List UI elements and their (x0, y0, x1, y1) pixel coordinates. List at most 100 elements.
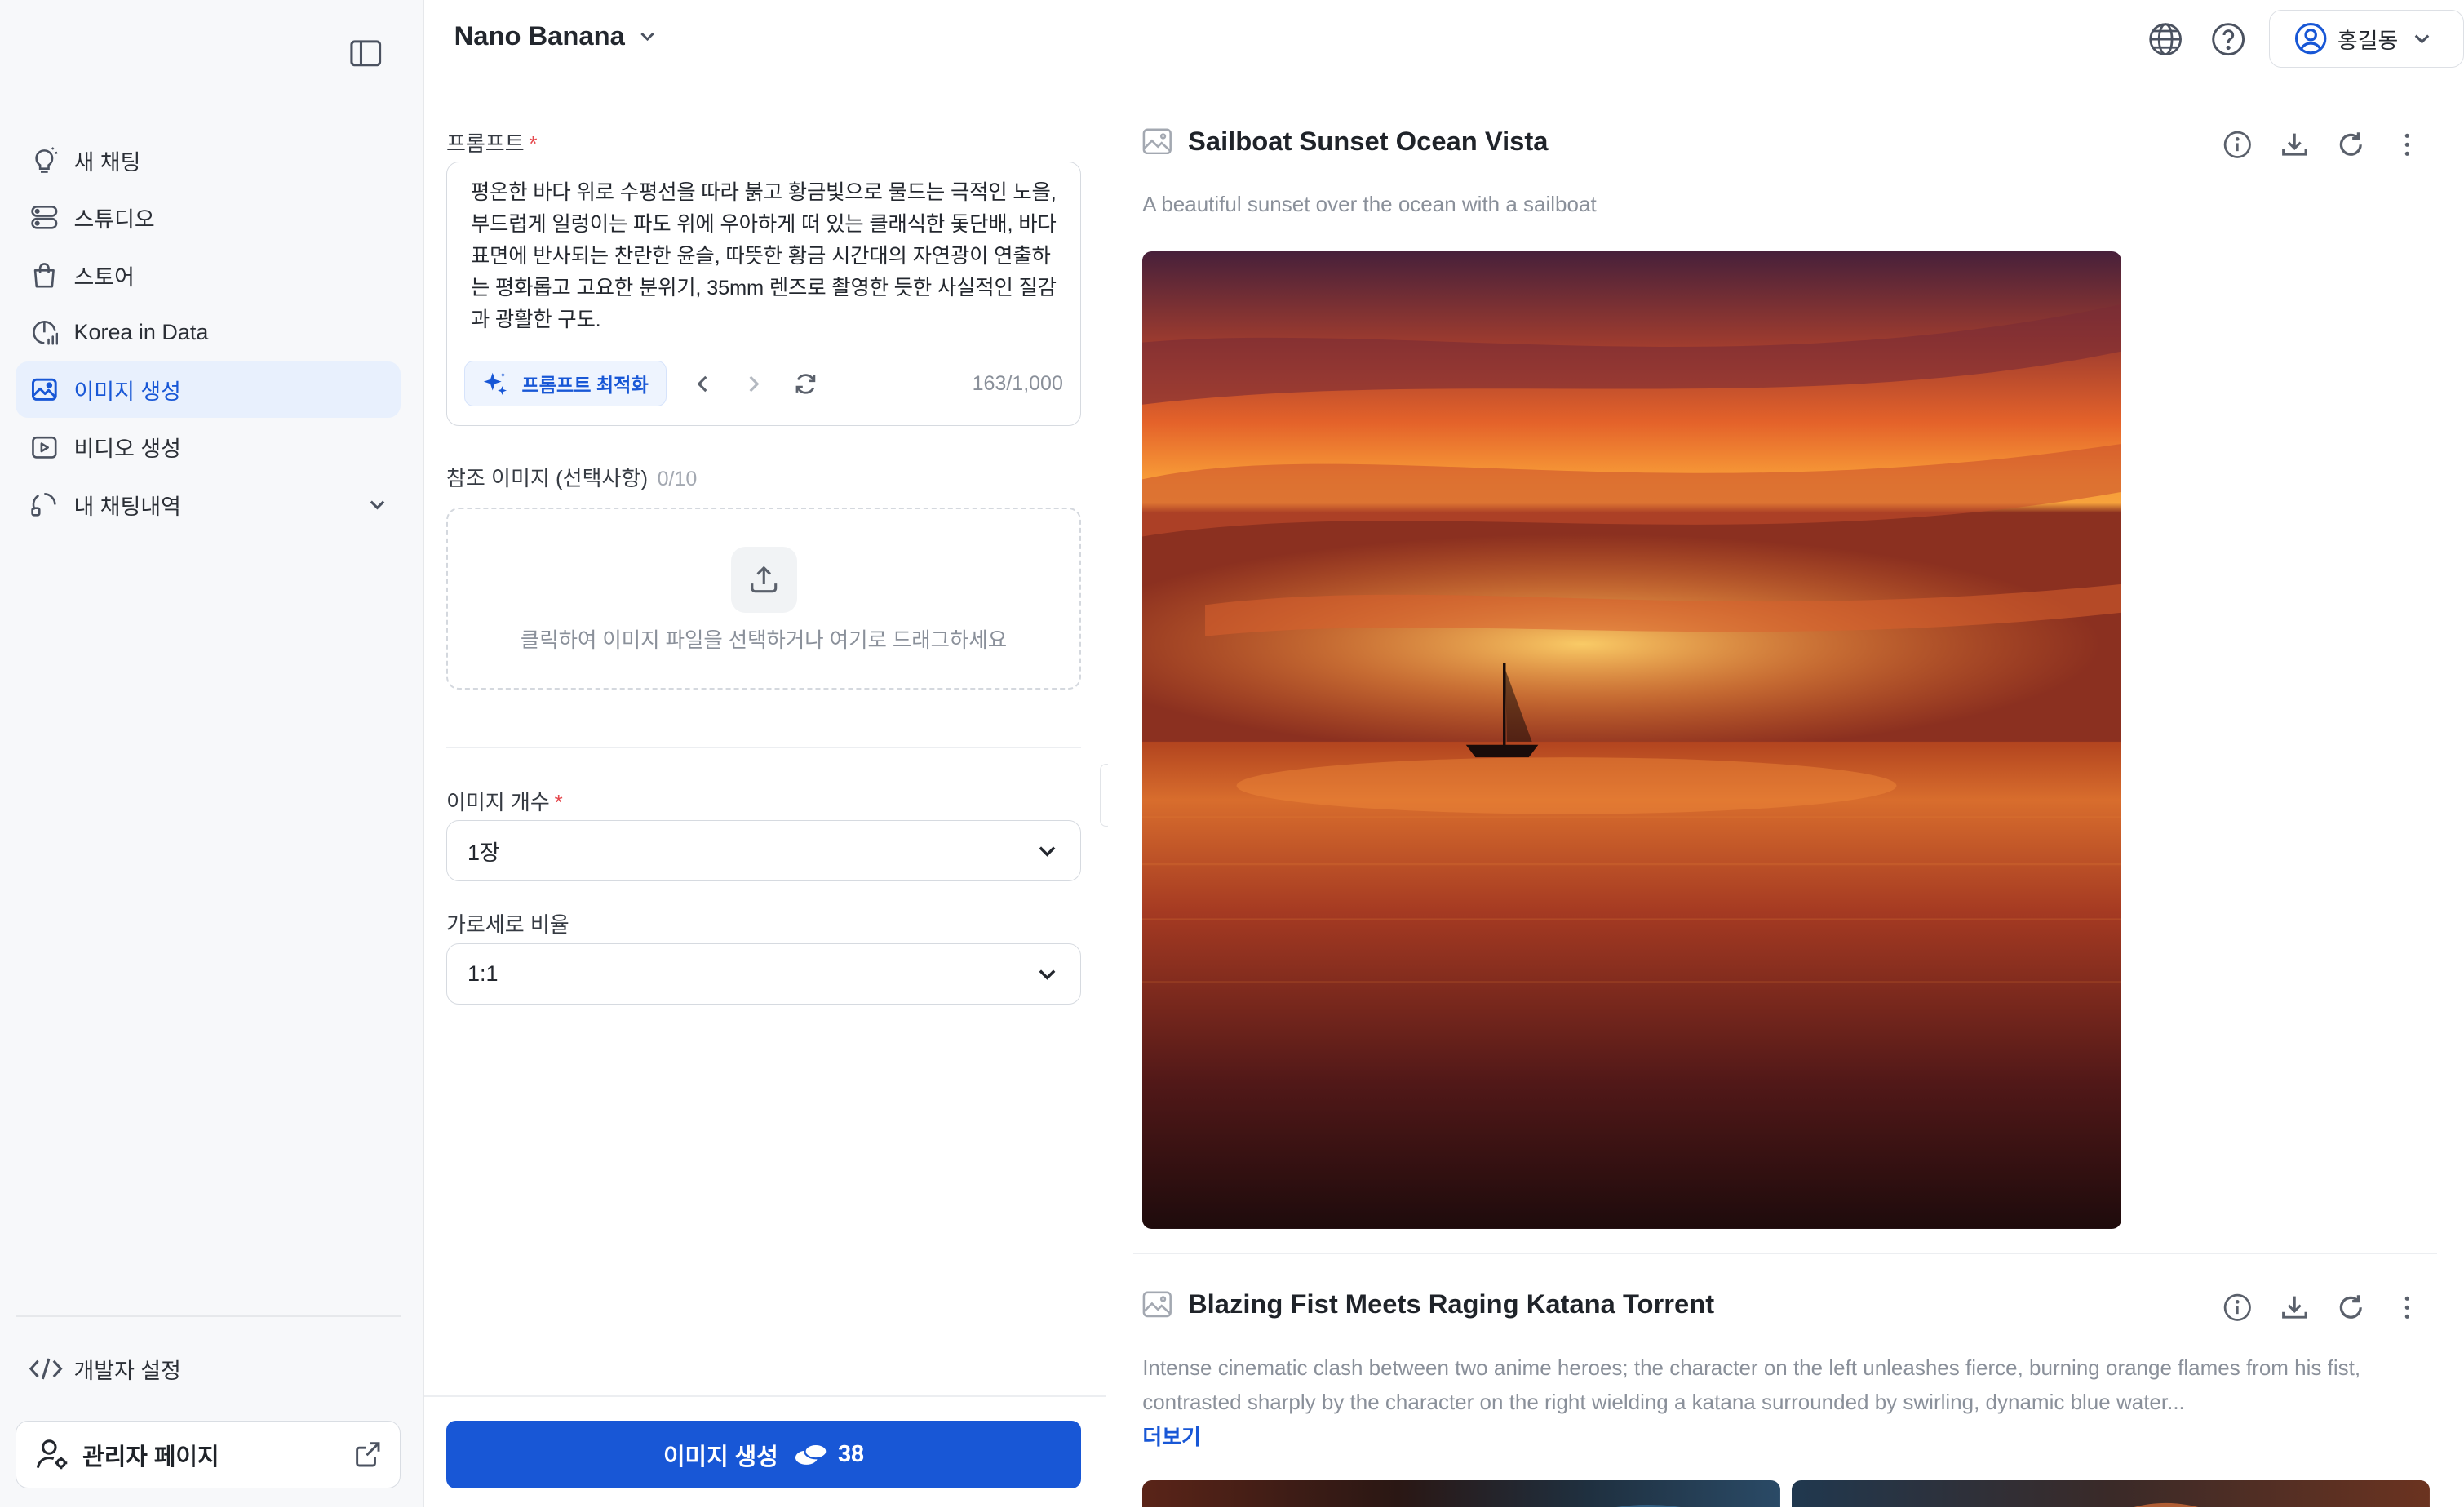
prompt-optimize-button[interactable]: 프롬프트 최적화 (464, 361, 667, 406)
refresh-icon (2339, 1295, 2362, 1319)
results-panel: Sailboat Sunset Ocean Vista A beautiful … (1107, 80, 2464, 1508)
chevron-right-icon (749, 376, 760, 393)
more-options-button[interactable] (2391, 129, 2423, 161)
image-count-label: 이미지 개수 * (445, 789, 563, 814)
aspect-ratio-select[interactable]: 1:1 (445, 942, 1082, 1005)
prompt-prev-button[interactable] (688, 369, 720, 401)
image-icon (29, 374, 60, 406)
help-button[interactable] (2209, 20, 2247, 58)
code-icon (29, 1356, 63, 1382)
result-actions (2197, 129, 2423, 161)
model-selector[interactable]: Nano Banana (454, 20, 658, 51)
download-button[interactable] (2279, 129, 2311, 161)
sidebar-toggle-button[interactable] (349, 36, 383, 70)
sidebar-item-studio[interactable]: 스튜디오 (16, 189, 401, 246)
sidebar-item-label: 내 채팅내역 (73, 494, 181, 519)
prompt-next-button[interactable] (738, 369, 769, 401)
user-circle-icon (2293, 21, 2328, 55)
prompt-textarea[interactable]: 평온한 바다 위로 수평선을 따라 붉고 황금빛으로 물드는 극적인 노을, 부… (445, 162, 1082, 426)
image-count-select[interactable]: 1장 (445, 820, 1082, 882)
help-icon (2212, 23, 2245, 56)
sidebar-item-label: Korea in Data (73, 319, 209, 344)
aspect-ratio-value: 1:1 (468, 960, 499, 986)
sidebar-item-label: 이미지 생성 (73, 379, 181, 405)
credits-count: 38 (837, 1441, 865, 1467)
refresh-icon (2339, 132, 2362, 156)
sidebar-item-store[interactable]: 스토어 (16, 246, 401, 303)
image-count-value: 1장 (468, 840, 500, 866)
chevron-down-icon (637, 26, 658, 47)
sidebar: 새 채팅 스튜디오 스토어 Korea in Data 이미지 생성 비디오 생… (0, 0, 425, 1508)
upload-icon (730, 547, 797, 614)
credits-coin-icon (794, 1442, 828, 1467)
chat-history-icon (29, 489, 60, 521)
refresh-icon (795, 374, 815, 395)
generated-image-thumbnail[interactable] (1791, 1480, 2430, 1508)
generation-form: 프롬프트 * 평온한 바다 위로 수평선을 따라 붉고 황금빛으로 물드는 극적인… (424, 80, 1106, 1508)
user-name: 홍길동 (2337, 28, 2399, 53)
result-description: Intense cinematic clash between two anim… (1142, 1355, 2361, 1414)
sidebar-item-chat-history[interactable]: 내 채팅내역 (16, 476, 401, 532)
studio-icon (29, 202, 60, 233)
chevron-down-icon (1036, 840, 1058, 862)
sidebar-nav: 새 채팅 스튜디오 스토어 Korea in Data 이미지 생성 비디오 생… (16, 132, 401, 534)
sidebar-item-label: 스토어 (73, 264, 135, 290)
admin-page-button[interactable]: 관리자 페이지 (16, 1421, 401, 1488)
admin-page-label: 관리자 페이지 (82, 1444, 219, 1470)
image-icon (1142, 1291, 1172, 1318)
form-divider (445, 746, 1082, 748)
info-button[interactable] (2222, 1292, 2253, 1324)
result-title: Blazing Fist Meets Raging Katana Torrent (1142, 1288, 1714, 1320)
sidebar-divider (16, 1315, 401, 1317)
generate-label: 이미지 생성 (663, 1444, 778, 1470)
aspect-ratio-label: 가로세로 비율 (445, 912, 569, 938)
download-button[interactable] (2279, 1292, 2311, 1324)
sidebar-item-korea-in-data[interactable]: Korea in Data (16, 304, 401, 361)
generate-image-button[interactable]: 이미지 생성 38 (445, 1421, 1082, 1488)
generated-image-thumbnail[interactable] (1142, 1480, 1781, 1508)
user-menu-button[interactable]: 홍길동 (2269, 9, 2464, 68)
info-button[interactable] (2222, 129, 2253, 161)
sidebar-item-video-generation[interactable]: 비디오 생성 (16, 419, 401, 475)
sidebar-item-new-chat[interactable]: 새 채팅 (16, 132, 401, 188)
model-name: Nano Banana (454, 20, 625, 51)
read-more-link[interactable]: 더보기 (1142, 1421, 1201, 1451)
sidebar-item-label: 스튜디오 (73, 207, 155, 233)
developer-settings-label: 개발자 설정 (73, 1359, 181, 1384)
chevron-down-icon[interactable] (366, 494, 388, 516)
info-icon (2224, 131, 2252, 158)
reference-image-dropzone[interactable]: 클릭하여 이미지 파일을 선택하거나 여기로 드래그하세요 (445, 508, 1082, 690)
char-count: 163/1,000 (972, 371, 1063, 395)
regenerate-button[interactable] (2335, 129, 2367, 161)
shopping-bag-icon (29, 259, 60, 291)
sidebar-item-image-generation[interactable]: 이미지 생성 (16, 361, 401, 419)
more-options-button[interactable] (2391, 1292, 2423, 1324)
sidebar-item-label: 새 채팅 (73, 149, 141, 175)
video-icon (29, 432, 60, 463)
prompt-refresh-button[interactable] (790, 369, 822, 401)
regenerate-button[interactable] (2335, 1292, 2367, 1324)
sparkles-icon (482, 370, 509, 397)
developer-settings-link[interactable]: 개발자 설정 (29, 1349, 181, 1390)
external-link-icon (354, 1441, 381, 1468)
optimize-label: 프롬프트 최적화 (521, 374, 649, 396)
user-settings-icon (35, 1437, 69, 1471)
more-vertical-icon (2405, 133, 2410, 156)
result-title: Sailboat Sunset Ocean Vista (1142, 126, 1549, 157)
chevron-down-icon (2411, 28, 2433, 50)
chevron-left-icon (697, 376, 707, 393)
sidebar-item-label: 비디오 생성 (73, 437, 181, 462)
more-vertical-icon (2405, 1296, 2410, 1319)
reference-image-label: 참조 이미지 (선택사항) 0/10 (445, 466, 698, 491)
data-chart-icon (29, 317, 60, 348)
lightbulb-icon (29, 144, 60, 176)
image-icon (1142, 128, 1172, 155)
download-icon (2281, 1296, 2307, 1319)
language-button[interactable] (2147, 20, 2184, 58)
generated-image[interactable] (1142, 251, 2122, 1230)
download-icon (2281, 133, 2307, 156)
prompt-label: 프롬프트 * (445, 131, 538, 156)
prompt-text[interactable]: 평온한 바다 위로 수평선을 따라 붉고 황금빛으로 물드는 극적인 노을, 부… (471, 177, 1065, 336)
required-mark: * (529, 131, 538, 156)
reference-count: 0/10 (657, 468, 698, 491)
